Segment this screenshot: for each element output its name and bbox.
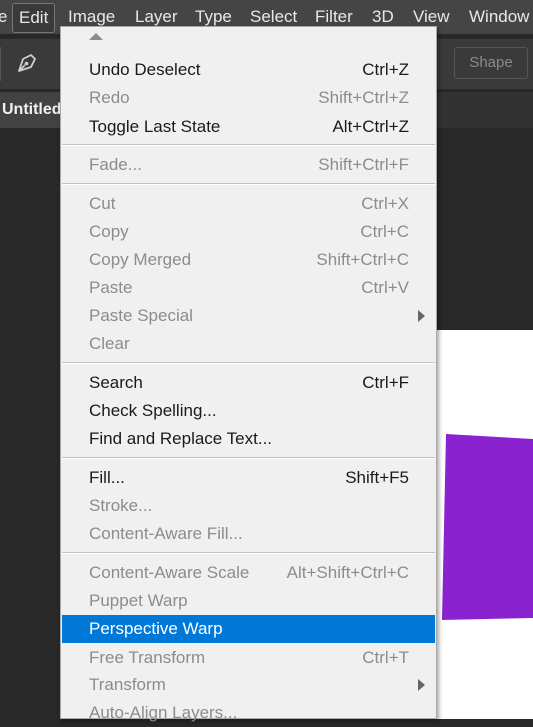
menu-item-label: Undo Deselect: [89, 60, 201, 79]
menu-item-label: Search: [89, 373, 143, 392]
menu-item-cut[interactable]: Cut Ctrl+X: [62, 190, 435, 218]
menu-item-label: Content-Aware Fill...: [89, 524, 243, 543]
menu-item-paste-special[interactable]: Paste Special: [62, 302, 435, 330]
menu-item-content-aware-fill[interactable]: Content-Aware Fill...: [62, 520, 435, 548]
menu-item-label: Copy Merged: [89, 250, 192, 269]
menu-item-shortcut: Ctrl+X: [361, 194, 409, 213]
menu-item-fade[interactable]: Fade... Shift+Ctrl+F: [62, 151, 435, 179]
menu-item-label: Clear: [89, 334, 130, 353]
menu-item-shortcut: Shift+Ctrl+C: [316, 250, 409, 269]
menu-item-find-and-replace[interactable]: Find and Replace Text...: [62, 425, 435, 453]
menu-item-content-aware-scale[interactable]: Content-Aware Scale Alt+Shift+Ctrl+C: [62, 559, 435, 587]
menu-item-shortcut: Ctrl+C: [360, 222, 409, 241]
menu-item-shortcut: Shift+Ctrl+Z: [318, 88, 409, 107]
menu-item-label: Paste: [89, 278, 133, 297]
menu-separator: [62, 183, 435, 185]
menu-item-stroke[interactable]: Stroke...: [62, 492, 435, 520]
menu-separator: [62, 552, 435, 554]
menu-item-label: Transform: [89, 675, 166, 694]
menu-item-shortcut: Shift+F5: [345, 468, 409, 487]
menu-separator: [62, 144, 435, 146]
menu-item-shortcut: Ctrl+T: [362, 648, 409, 667]
menu-item-label: Find and Replace Text...: [89, 429, 273, 448]
menu-item-label: Free Transform: [89, 648, 206, 667]
menu-item-clear[interactable]: Clear: [62, 330, 435, 358]
menu-item-undo-deselect[interactable]: Undo Deselect Ctrl+Z: [62, 56, 435, 84]
menu-item-label: Puppet Warp: [89, 591, 188, 610]
menu-item-auto-align-layers[interactable]: Auto-Align Layers...: [62, 699, 435, 727]
menu-item-perspective-warp[interactable]: Perspective Warp: [62, 615, 435, 643]
menu-item-label: Paste Special: [89, 306, 193, 325]
menu-item-shortcut: Ctrl+Z: [362, 60, 409, 79]
menu-item-transform[interactable]: Transform: [62, 671, 435, 699]
menu-item-paste[interactable]: Paste Ctrl+V: [62, 274, 435, 302]
menu-item-label: Copy: [89, 222, 129, 241]
menu-item-check-spelling[interactable]: Check Spelling...: [62, 397, 435, 425]
menu-item-label: Cut: [89, 194, 116, 213]
menu-item-free-transform[interactable]: Free Transform Ctrl+T: [62, 644, 435, 672]
menu-separator: [62, 457, 435, 459]
menu-item-copy-merged[interactable]: Copy Merged Shift+Ctrl+C: [62, 246, 435, 274]
menu-item-label: Content-Aware Scale: [89, 563, 250, 582]
menu-item-label: Check Spelling...: [89, 401, 217, 420]
submenu-arrow-icon: [418, 679, 425, 691]
menu-item-label: Toggle Last State: [89, 117, 221, 136]
menu-item-redo[interactable]: Redo Shift+Ctrl+Z: [62, 84, 435, 112]
menu-item-label: Auto-Align Layers...: [89, 703, 238, 722]
menu-item-shortcut: Ctrl+F: [362, 373, 409, 392]
menu-item-label: Fade...: [89, 155, 142, 174]
menu-item-label: Stroke...: [89, 496, 153, 515]
menu-item-label: Perspective Warp: [89, 619, 223, 638]
menu-item-label: Redo: [89, 88, 130, 107]
menu-item-shortcut: Shift+Ctrl+F: [318, 155, 409, 174]
menu-item-label: Fill...: [89, 468, 125, 487]
menu-separator: [62, 362, 435, 364]
scroll-up-arrow-icon[interactable]: [89, 33, 103, 40]
menu-item-puppet-warp[interactable]: Puppet Warp: [62, 587, 435, 615]
submenu-arrow-icon: [418, 310, 425, 322]
menu-item-shortcut: Alt+Shift+Ctrl+C: [286, 563, 409, 582]
menu-item-copy[interactable]: Copy Ctrl+C: [62, 218, 435, 246]
edit-menu-dropdown: Undo Deselect Ctrl+Z Redo Shift+Ctrl+Z T…: [60, 26, 437, 722]
menu-item-toggle-last-state[interactable]: Toggle Last State Alt+Ctrl+Z: [62, 113, 435, 141]
menu-item-fill[interactable]: Fill... Shift+F5: [62, 464, 435, 492]
menu-item-shortcut: Ctrl+V: [361, 278, 409, 297]
menu-item-search[interactable]: Search Ctrl+F: [62, 369, 435, 397]
menu-item-shortcut: Alt+Ctrl+Z: [332, 117, 409, 136]
